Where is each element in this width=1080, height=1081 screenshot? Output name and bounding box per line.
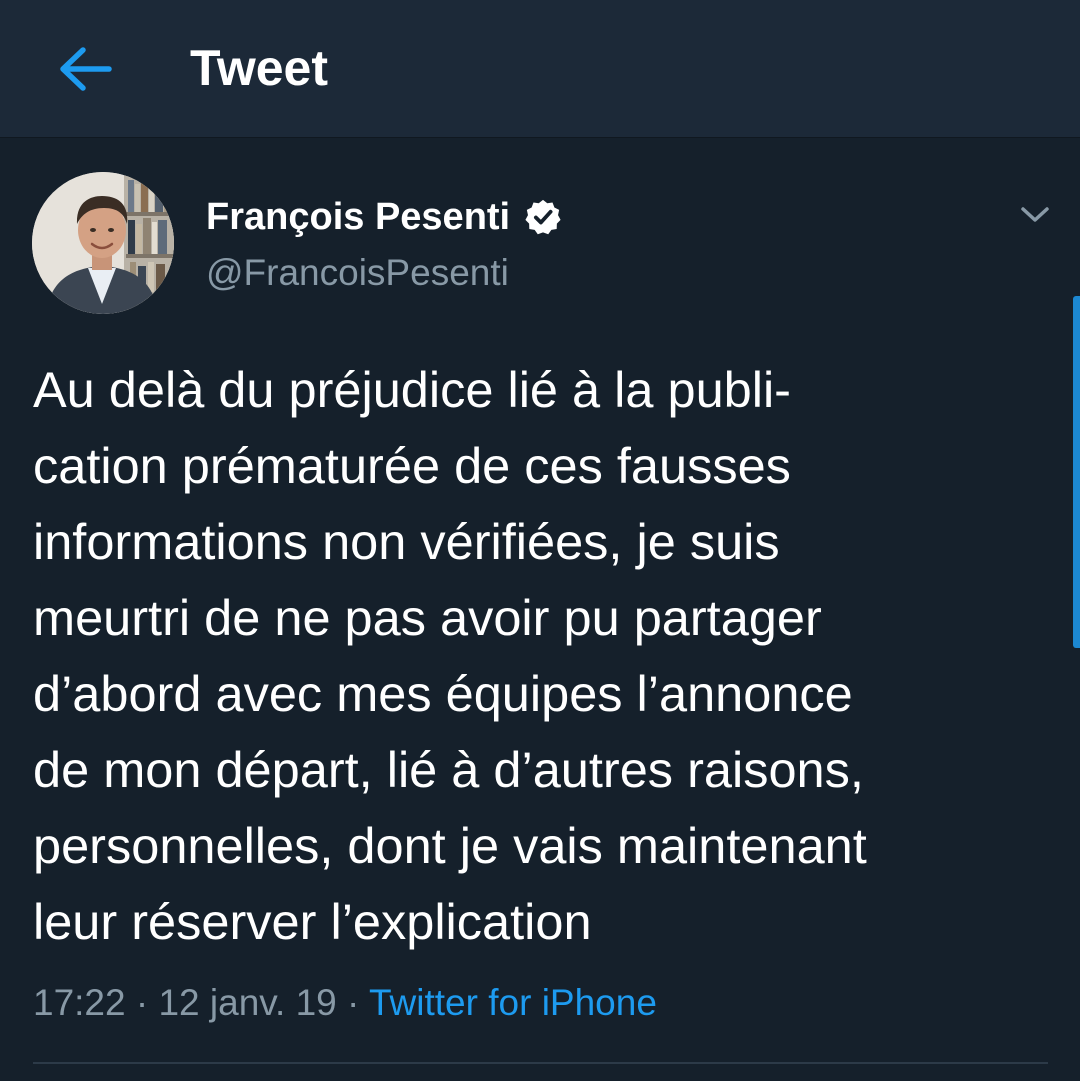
tweet-date: 12 janv. 19 <box>158 982 337 1023</box>
author-name-row[interactable]: François Pesenti <box>206 194 562 240</box>
tweet-body-line: cation prématurée de ces fausses <box>33 437 791 494</box>
avatar[interactable] <box>32 172 174 314</box>
scrollbar[interactable] <box>1073 296 1080 648</box>
tweet-body-line: meurtri de ne pas avoir pu partager <box>33 589 822 646</box>
page-title: Tweet <box>190 40 328 96</box>
tweet-body-line: d’abord avec mes équipes l’annonce <box>33 665 853 722</box>
tweet-detail-screen: Tweet François Pesenti @FrancoisPesenti … <box>0 0 1080 1081</box>
verified-badge-icon <box>525 199 561 235</box>
author-name[interactable]: François Pesenti <box>206 194 510 240</box>
tweet-body-line: personnelles, dont je vais maintenant <box>33 817 867 874</box>
meta-separator: · <box>135 982 149 1023</box>
tweet-metadata: 17:22 · 12 janv. 19 · Twitter for iPhone <box>33 978 657 1028</box>
divider <box>33 1062 1048 1064</box>
meta-separator: · <box>347 982 360 1023</box>
more-options-button[interactable] <box>1012 192 1058 238</box>
tweet-body-line: Au delà du préjudice lié à la publi- <box>33 361 791 418</box>
top-app-bar: Tweet <box>0 0 1080 138</box>
arrow-left-icon <box>60 47 112 91</box>
tweet-body: Au delà du préjudice lié à la publi- cat… <box>33 352 1053 960</box>
tweet-body-line: informations non vérifiées, je suis <box>33 513 780 570</box>
tweet-source-link[interactable]: Twitter for iPhone <box>369 982 657 1023</box>
tweet: François Pesenti @FrancoisPesenti Au del… <box>0 138 1080 1081</box>
back-button[interactable] <box>40 24 130 114</box>
tweet-body-line: leur réserver l’explication <box>33 893 592 950</box>
chevron-down-icon <box>1021 207 1049 222</box>
tweet-time: 17:22 <box>33 982 126 1023</box>
author-photo <box>32 172 174 314</box>
tweet-body-line: de mon départ, lié à d’autres raisons, <box>33 741 864 798</box>
author-handle[interactable]: @FrancoisPesenti <box>206 250 509 296</box>
